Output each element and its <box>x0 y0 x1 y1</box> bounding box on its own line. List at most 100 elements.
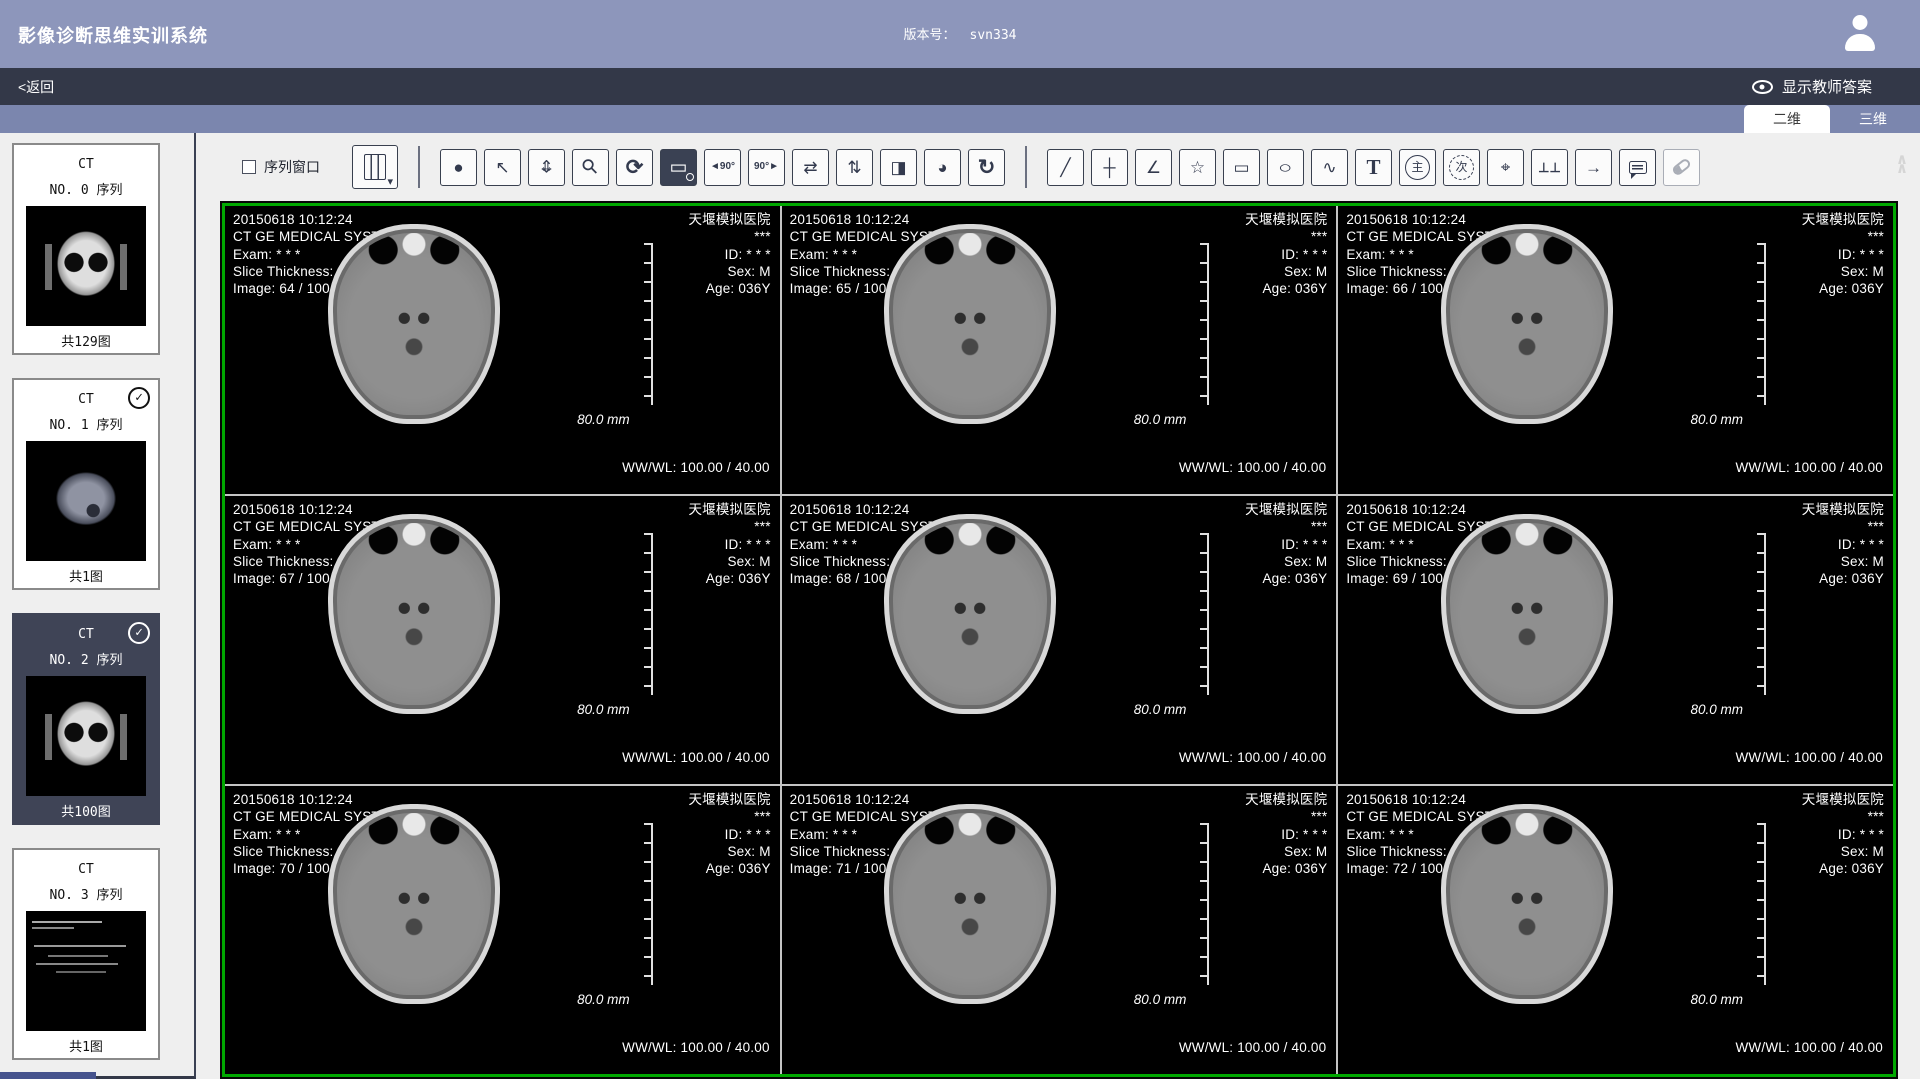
ct-image-cell-4[interactable]: 20150618 10:12:24CT GE MEDICAL SYSTEMSEx… <box>782 496 1337 784</box>
series-title: NO. 3 序列 <box>14 884 158 903</box>
overlay-wwwl: WW/WL: 100.00 / 40.00 <box>622 749 770 766</box>
ruler-icon: ╱ <box>1060 159 1070 176</box>
series-window-toggle[interactable]: 序列窗口 <box>242 157 320 177</box>
image-grid: 20150618 10:12:24CT GE MEDICAL SYSTEMSEx… <box>222 203 1896 1077</box>
toolbar-layout-button[interactable] <box>352 145 398 189</box>
ct-image-cell-5[interactable]: 20150618 10:12:24CT GE MEDICAL SYSTEMSEx… <box>1338 496 1893 784</box>
toolbar-select-button[interactable]: ↖ <box>484 149 521 186</box>
scale-label: 80.0 mm <box>1690 992 1743 1007</box>
ct-image-cell-0[interactable]: 20150618 10:12:24CT GE MEDICAL SYSTEMSEx… <box>225 206 780 494</box>
series-thumbnail-report <box>26 911 146 1031</box>
toolbar-window-rect-button[interactable]: ▭ <box>660 149 697 186</box>
series-card-0[interactable]: CTNO. 0 序列共129图 <box>12 143 160 355</box>
curve-icon: ∿ <box>1322 159 1336 176</box>
overlay-patient-id: ID: * * * <box>1245 826 1327 843</box>
series-title: NO. 2 序列 <box>14 649 158 668</box>
toolbar-rectangle-button[interactable]: ▭ <box>1223 149 1260 186</box>
overlay-sex: Sex: M <box>1245 843 1327 860</box>
app-title: 影像诊断思维实训系统 <box>18 22 208 48</box>
toolbar-secondary-label-button[interactable]: 次 <box>1443 149 1480 186</box>
overlay-wwwl: WW/WL: 100.00 / 40.00 <box>1735 1039 1883 1056</box>
rotate-icon: ⟳ <box>626 157 644 178</box>
toolbar-cross-measure-button[interactable]: ┼ <box>1091 149 1128 186</box>
comment-icon <box>1629 161 1647 174</box>
toolbar-window-ball-button[interactable]: ● <box>440 149 477 186</box>
toolbar-locate-button[interactable]: ⌖ <box>1487 149 1524 186</box>
toolbar-pan-button[interactable]: ⇔ <box>528 149 565 186</box>
ct-brain-image <box>1441 224 1613 424</box>
scale-ruler <box>1757 533 1766 694</box>
series-card-1[interactable]: CT✓NO. 1 序列共1图 <box>12 378 160 590</box>
tab-3d[interactable]: 三维 <box>1830 105 1916 133</box>
toolbar-rotate-right-90-button[interactable]: 90°► <box>748 149 785 186</box>
overlay-age: Age: 036Y <box>688 860 770 877</box>
horizontal-scrollbar-thumb[interactable] <box>0 1072 96 1079</box>
series-image-count: 共1图 <box>14 1036 158 1055</box>
toolbar-divider <box>1025 146 1027 188</box>
toolbar-ruler-button[interactable]: ╱ <box>1047 149 1084 186</box>
toolbar-curve-button[interactable]: ∿ <box>1311 149 1348 186</box>
sub-navbar: <返回 显示教师答案 <box>0 68 1920 105</box>
overlay-stars: *** <box>1245 808 1327 825</box>
invert-icon: ◨ <box>890 159 906 176</box>
overlay-hospital: 天堰模拟医院 <box>688 211 770 228</box>
ct-image-cell-1[interactable]: 20150618 10:12:24CT GE MEDICAL SYSTEMSEx… <box>782 206 1337 494</box>
checkmark-icon: ✓ <box>128 387 150 409</box>
toolbar-rotate-left-90-button[interactable]: ◄90° <box>704 149 741 186</box>
collapse-toolbar-icon[interactable]: ∧∧ <box>1896 155 1908 173</box>
window-preset-icon: ◕ <box>937 159 947 176</box>
overlay-wwwl: WW/WL: 100.00 / 40.00 <box>1735 749 1883 766</box>
overlay-patient-id: ID: * * * <box>688 536 770 553</box>
toolbar-window-preset-button[interactable]: ◕ <box>924 149 961 186</box>
overlay-sex: Sex: M <box>688 843 770 860</box>
series-card-2[interactable]: CT✓NO. 2 序列共100图 <box>12 613 160 825</box>
ct-image-cell-3[interactable]: 20150618 10:12:24CT GE MEDICAL SYSTEMSEx… <box>225 496 780 784</box>
flip-horizontal-icon: ⇄ <box>803 159 817 176</box>
window-ball-icon: ● <box>453 159 463 176</box>
toolbar-primary-label-button[interactable]: 主 <box>1399 149 1436 186</box>
scale-ruler <box>1200 533 1209 694</box>
toolbar-flip-vertical-button[interactable]: ⇅ <box>836 149 873 186</box>
toolbar-flip-horizontal-button[interactable]: ⇄ <box>792 149 829 186</box>
toolbar-comment-button[interactable] <box>1619 149 1656 186</box>
ct-brain-image <box>884 514 1056 714</box>
ct-image-cell-6[interactable]: 20150618 10:12:24CT GE MEDICAL SYSTEMSEx… <box>225 786 780 1074</box>
toolbar-histogram-button[interactable]: ⊥⊥ <box>1531 149 1568 186</box>
overlay-age: Age: 036Y <box>1245 280 1327 297</box>
ct-image-cell-7[interactable]: 20150618 10:12:24CT GE MEDICAL SYSTEMSEx… <box>782 786 1337 1074</box>
show-teacher-answer-label: 显示教师答案 <box>1782 76 1872 97</box>
ct-image-cell-8[interactable]: 20150618 10:12:24CT GE MEDICAL SYSTEMSEx… <box>1338 786 1893 1074</box>
angle-icon: ∠ <box>1146 159 1161 176</box>
toolbar-reset-button[interactable]: ↻ <box>968 149 1005 186</box>
overlay-top-right: 天堰模拟医院***ID: * * *Sex: MAge: 036Y <box>1802 791 1884 877</box>
viewer-frame: 20150618 10:12:24CT GE MEDICAL SYSTEMSEx… <box>220 201 1898 1079</box>
toolbar-ellipse-button[interactable]: ○ <box>1267 149 1304 186</box>
toolbar-invert-button[interactable]: ◨ <box>880 149 917 186</box>
overlay-stars: *** <box>1245 518 1327 535</box>
back-button[interactable]: <返回 <box>18 77 54 97</box>
series-card-3[interactable]: CTNO. 3 序列共1图 <box>12 848 160 1060</box>
series-window-checkbox[interactable] <box>242 160 256 174</box>
toolbar-magnify-button[interactable]: ⚲ <box>572 149 609 186</box>
toolbar-rotate-button[interactable]: ⟳ <box>616 149 653 186</box>
scale-label: 80.0 mm <box>1690 702 1743 717</box>
toolbar-polygon-button[interactable]: ☆ <box>1179 149 1216 186</box>
toolbar-arrow-button[interactable]: → <box>1575 149 1612 186</box>
select-icon: ↖ <box>495 159 509 176</box>
tab-2d[interactable]: 二维 <box>1744 105 1830 133</box>
overlay-top-right: 天堰模拟医院***ID: * * *Sex: MAge: 036Y <box>1245 501 1327 587</box>
toolbar-eraser-button[interactable] <box>1663 149 1700 186</box>
view-mode-tabstrip: 二维三维 <box>0 105 1920 133</box>
ct-image-cell-2[interactable]: 20150618 10:12:24CT GE MEDICAL SYSTEMSEx… <box>1338 206 1893 494</box>
overlay-age: Age: 036Y <box>1245 860 1327 877</box>
toolbar-text-button[interactable]: T <box>1355 149 1392 186</box>
toolbar-angle-button[interactable]: ∠ <box>1135 149 1172 186</box>
overlay-sex: Sex: M <box>1245 553 1327 570</box>
version-value: svn334 <box>970 28 1017 43</box>
overlay-hospital: 天堰模拟医院 <box>1245 501 1327 518</box>
scale-label: 80.0 mm <box>1134 992 1187 1007</box>
main-panel: 序列窗口 ●↖⇔⚲⟳▭◄90°90°►⇄⇅◨◕↻╱┼∠☆▭○∿T主次⌖⊥⊥→ ∧… <box>198 133 1920 1079</box>
show-teacher-answer-button[interactable]: 显示教师答案 <box>1752 76 1872 97</box>
user-icon[interactable] <box>1842 15 1878 53</box>
overlay-hospital: 天堰模拟医院 <box>1802 791 1884 808</box>
